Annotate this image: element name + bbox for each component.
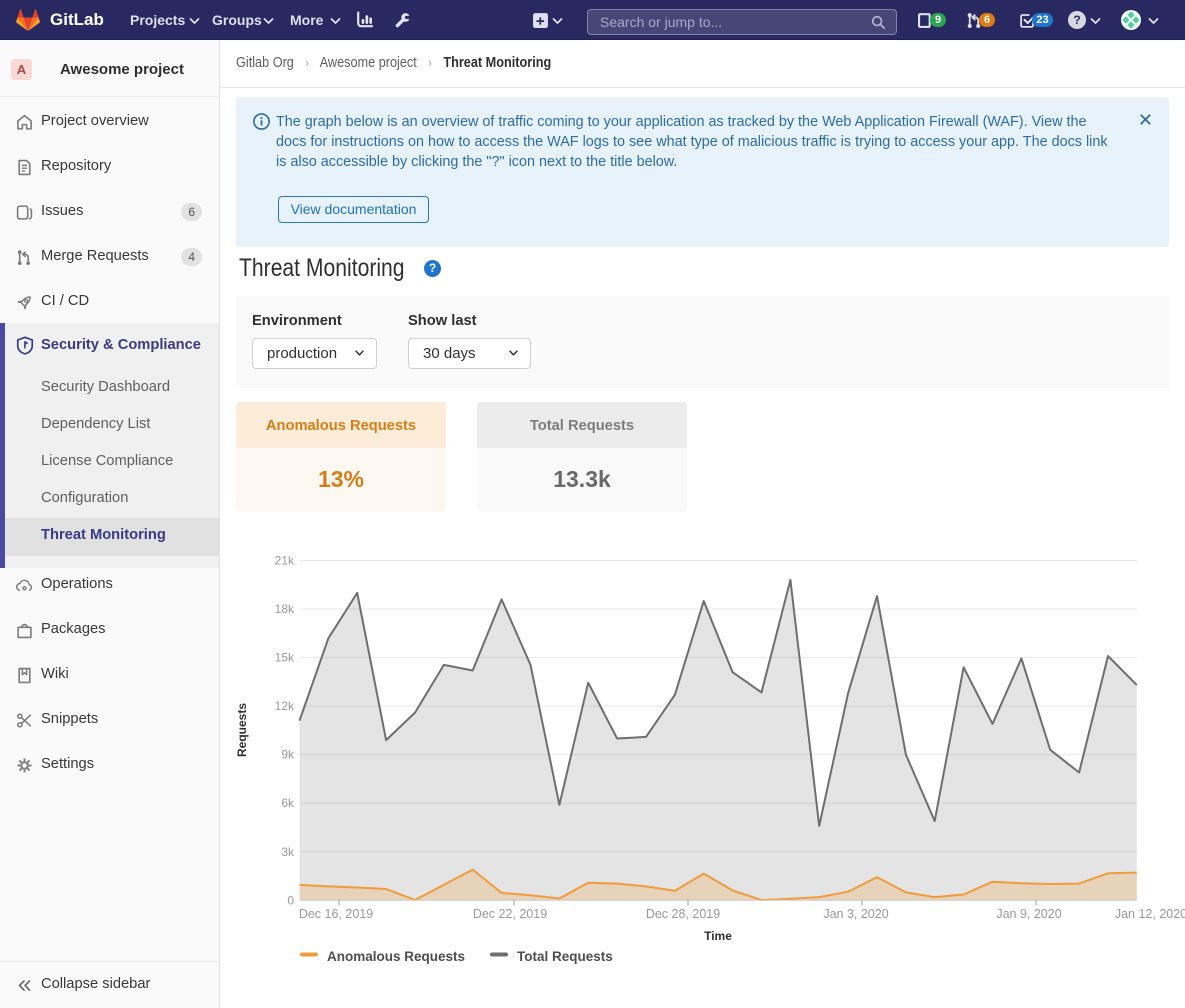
svg-text:18k: 18k — [275, 602, 295, 616]
svg-text:Anomalous Requests: Anomalous Requests — [327, 949, 465, 964]
svg-text:Jan 12, 2020: Jan 12, 2020 — [1115, 907, 1185, 921]
svg-text:Time: Time — [704, 929, 732, 943]
svg-text:Dec 16, 2019: Dec 16, 2019 — [299, 907, 373, 921]
svg-text:Requests: Requests — [235, 703, 249, 757]
svg-text:6k: 6k — [281, 796, 295, 810]
svg-text:Total Requests: Total Requests — [517, 949, 613, 964]
svg-text:0: 0 — [287, 893, 294, 907]
svg-text:21k: 21k — [275, 554, 295, 568]
svg-text:3k: 3k — [281, 845, 295, 859]
svg-text:Jan 3, 2020: Jan 3, 2020 — [823, 907, 888, 921]
svg-text:Dec 28, 2019: Dec 28, 2019 — [646, 907, 720, 921]
svg-text:15k: 15k — [275, 651, 295, 665]
svg-text:?: ? — [1073, 13, 1080, 27]
svg-text:12k: 12k — [275, 699, 295, 713]
svg-text:9k: 9k — [281, 748, 295, 762]
svg-text:Dec 22, 2019: Dec 22, 2019 — [473, 907, 547, 921]
svg-text:Jan 9, 2020: Jan 9, 2020 — [996, 907, 1061, 921]
